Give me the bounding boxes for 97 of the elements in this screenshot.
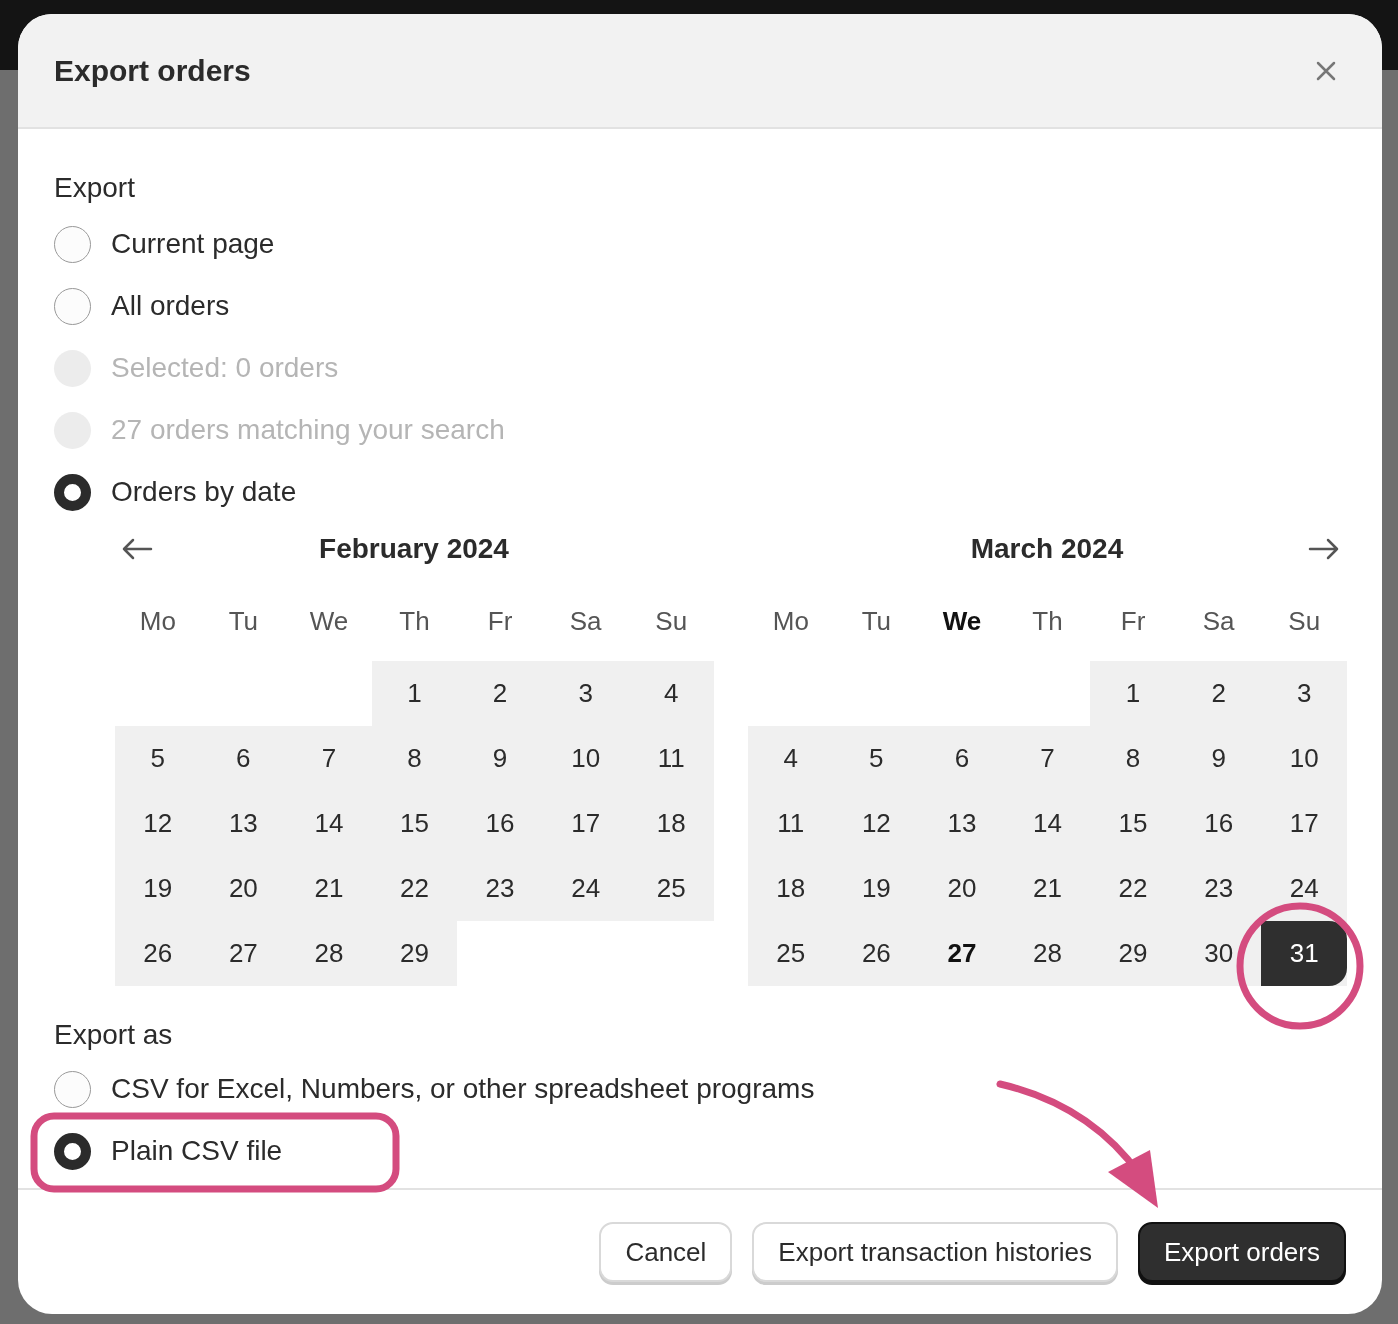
calendar-day[interactable]: 22 — [371, 856, 458, 921]
calendar-day[interactable]: 24 — [542, 856, 629, 921]
calendar-day[interactable]: 15 — [1090, 791, 1176, 856]
weekday-label: Fr — [1119, 604, 1147, 638]
calendar-day[interactable]: 27 — [919, 921, 1005, 986]
radio-button[interactable] — [54, 287, 91, 325]
weekday-label: We — [941, 604, 983, 638]
calendar-day[interactable]: 22 — [1090, 856, 1176, 921]
calendar-day[interactable]: 23 — [1175, 856, 1262, 921]
calendar-day[interactable]: 4 — [748, 726, 834, 791]
next-month-button[interactable] — [1308, 537, 1340, 561]
calendar-day[interactable]: 1 — [1090, 661, 1176, 726]
calendar-day[interactable]: 16 — [1175, 791, 1262, 856]
calendar-day[interactable]: 26 — [115, 921, 201, 986]
calendar-day[interactable]: 11 — [748, 791, 834, 856]
calendar-day[interactable]: 21 — [286, 856, 372, 921]
calendar-day[interactable]: 13 — [200, 791, 287, 856]
section-label: Export as — [54, 1018, 174, 1052]
option-label: CSV for Excel, Numbers, or other spreadsheet programs — [111, 1072, 815, 1106]
previous-month-button[interactable] — [121, 537, 153, 561]
weekday-label: We — [308, 604, 350, 638]
calendar-day[interactable]: 25 — [748, 921, 834, 986]
calendar-day[interactable]: 6 — [200, 726, 287, 791]
weekday-label: Th — [1031, 604, 1064, 638]
dialog-title: Export orders — [54, 53, 251, 89]
calendar-day[interactable]: 12 — [115, 791, 201, 856]
weekday-label: Tu — [227, 604, 260, 638]
calendar-day[interactable]: 24 — [1261, 856, 1347, 921]
weekday-label: Th — [398, 604, 431, 638]
calendar-day[interactable]: 27 — [200, 921, 287, 986]
calendar-day[interactable]: 16 — [457, 791, 543, 856]
calendar-day[interactable]: 7 — [1004, 726, 1091, 791]
close-icon — [1316, 60, 1336, 81]
calendar-day[interactable]: 17 — [1261, 791, 1347, 856]
calendar-day[interactable]: 9 — [1175, 726, 1262, 791]
option-label: Orders by date — [111, 475, 297, 509]
calendar-day[interactable]: 15 — [371, 791, 458, 856]
calendar-day[interactable]: 18 — [748, 856, 834, 921]
weekday-label: Mo — [138, 604, 177, 638]
dialog-button[interactable]: Export transaction histories — [752, 1222, 1118, 1282]
calendar-day[interactable]: 8 — [1090, 726, 1176, 791]
calendar-day[interactable]: 1 — [371, 661, 458, 726]
calendar-day[interactable]: 8 — [371, 726, 458, 791]
calendar-day[interactable]: 2 — [457, 661, 543, 726]
calendar-day[interactable]: 18 — [628, 791, 714, 856]
calendar-day[interactable]: 30 — [1175, 921, 1262, 986]
calendar-day[interactable]: 21 — [1004, 856, 1091, 921]
calendar-day[interactable]: 6 — [919, 726, 1005, 791]
calendar-day[interactable]: 14 — [1004, 791, 1091, 856]
weekday-label: Mo — [771, 604, 810, 638]
calendar-day[interactable]: 20 — [919, 856, 1005, 921]
calendar-day[interactable]: 10 — [542, 726, 629, 791]
radio-button[interactable] — [54, 1132, 91, 1170]
calendar-day[interactable]: 28 — [1004, 921, 1091, 986]
calendar-day[interactable]: 2 — [1175, 661, 1262, 726]
calendar-day[interactable]: 7 — [286, 726, 372, 791]
weekday-label: Sa — [568, 604, 603, 638]
calendar-day[interactable]: 23 — [457, 856, 543, 921]
calendar-day[interactable]: 14 — [286, 791, 372, 856]
calendar-day[interactable]: 3 — [542, 661, 629, 726]
weekday-label: Su — [654, 604, 689, 638]
calendar-day[interactable]: 5 — [833, 726, 920, 791]
calendar-day[interactable]: 5 — [115, 726, 201, 791]
calendar-day[interactable]: 9 — [457, 726, 543, 791]
calendar-day[interactable]: 26 — [833, 921, 920, 986]
calendar-day[interactable]: 28 — [286, 921, 372, 986]
radio-button[interactable] — [54, 225, 91, 263]
calendar-day[interactable]: 10 — [1261, 726, 1347, 791]
calendar-day[interactable]: 19 — [833, 856, 920, 921]
calendar-day[interactable]: 29 — [371, 921, 458, 986]
calendar-day[interactable]: 12 — [833, 791, 920, 856]
calendar-day[interactable]: 29 — [1090, 921, 1176, 986]
option-label: Selected: 0 orders — [111, 351, 339, 385]
weekday-label: Sa — [1201, 604, 1236, 638]
option-label: Current page — [111, 227, 275, 261]
calendar-day[interactable]: 19 — [115, 856, 201, 921]
radio-button[interactable] — [54, 1070, 91, 1108]
calendar-day[interactable]: 17 — [542, 791, 629, 856]
month-title: February 2024 — [319, 532, 509, 566]
option-label: All orders — [111, 289, 230, 323]
month-title: March 2024 — [970, 532, 1124, 566]
calendar-day[interactable]: 4 — [628, 661, 714, 726]
calendar-day[interactable]: 11 — [628, 726, 714, 791]
weekday-label: Su — [1287, 604, 1322, 638]
calendar-day[interactable]: 13 — [919, 791, 1005, 856]
weekday-label: Fr — [486, 604, 514, 638]
dialog-button[interactable]: Export orders — [1137, 1222, 1346, 1282]
radio-button[interactable] — [54, 473, 91, 511]
calendar-day[interactable]: 3 — [1261, 661, 1347, 726]
option-label: 27 orders matching your search — [111, 413, 505, 447]
section-label: Export — [54, 171, 136, 205]
option-label: Plain CSV file — [111, 1134, 283, 1168]
weekday-label: Tu — [860, 604, 893, 638]
calendar-day[interactable]: 31 — [1261, 921, 1347, 986]
dialog-button[interactable]: Cancel — [599, 1222, 733, 1282]
calendar-day[interactable]: 20 — [200, 856, 287, 921]
calendar-day[interactable]: 25 — [628, 856, 714, 921]
